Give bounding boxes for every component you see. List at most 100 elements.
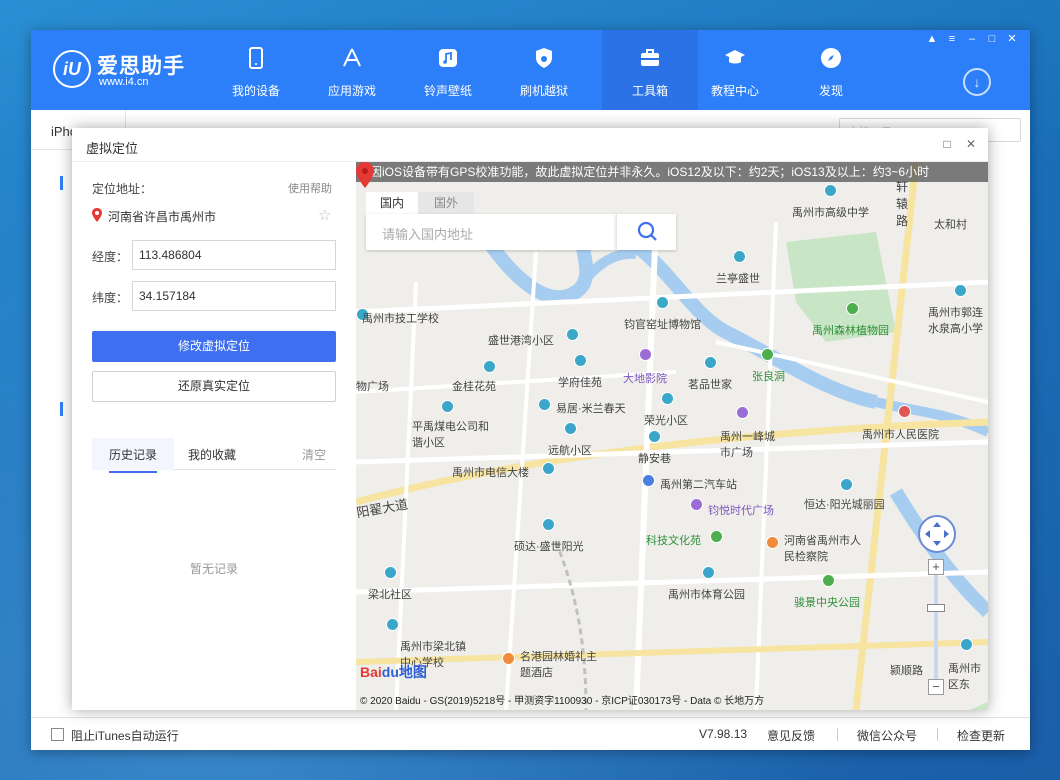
map-label: 荣光小区 [644, 415, 688, 427]
maximize-icon[interactable]: □ [940, 137, 954, 151]
tab-domestic[interactable]: 国内 [366, 192, 418, 214]
poi-icon [656, 296, 669, 309]
map-label: 远航小区 [548, 445, 592, 457]
map-label: 禹州森林植物园 [812, 325, 889, 337]
dialog-titlebar: 虚拟定位 □ ✕ [72, 128, 988, 162]
zoom-out-button[interactable]: − [928, 679, 944, 695]
latitude-input[interactable]: 34.157184 [132, 281, 336, 311]
nav-label: 工具箱 [631, 84, 668, 98]
close-icon[interactable]: ✕ [964, 137, 978, 151]
poi-icon [766, 536, 779, 549]
minimize-icon[interactable]: – [964, 32, 980, 46]
poi-icon [483, 360, 496, 373]
poi-icon [639, 348, 652, 361]
app-logo: iU 爱思助手 www.i4.cn [53, 48, 193, 92]
top-navigation-bar: iU 爱思助手 www.i4.cn 我的设备 应用游戏 铃声壁纸 刷机越狱 工具… [31, 30, 1030, 110]
search-icon [637, 221, 657, 241]
nav-label: 发现 [818, 84, 843, 98]
poi-icon [690, 498, 703, 511]
download-icon[interactable]: ↓ [963, 68, 991, 96]
phone-icon [249, 47, 263, 69]
map-label: 易居·米兰春天 [556, 403, 626, 415]
skin-icon[interactable]: ▲ [924, 32, 940, 46]
map-label: 太和村 [934, 219, 967, 231]
zoom-slider-thumb[interactable] [927, 604, 945, 612]
location-label: 定位地址： [92, 182, 153, 196]
map-search-button[interactable] [616, 214, 676, 250]
help-link[interactable]: 使用帮助 [288, 180, 332, 196]
nav-discover[interactable]: 发现 [783, 30, 879, 110]
longitude-input[interactable]: 113.486804 [132, 240, 336, 270]
zoom-track[interactable] [934, 575, 938, 679]
toolbox-icon [641, 49, 659, 66]
close-icon[interactable]: ✕ [1004, 32, 1020, 46]
divider [937, 728, 938, 741]
address-search-input[interactable]: 请输入国内地址 [366, 214, 616, 250]
poi-icon [574, 354, 587, 367]
favorite-star-icon[interactable]: ☆ [318, 206, 331, 224]
map-label: 钧官窑址博物馆 [624, 319, 701, 331]
map-label: 禹州市区东 [948, 663, 981, 691]
nav-toolbox[interactable]: 工具箱 [602, 30, 698, 110]
itunes-label: 阻止iTunes自动运行 [71, 729, 179, 743]
map-label: 科技文化苑 [646, 535, 701, 547]
poi-icon [733, 250, 746, 263]
map-view[interactable]: 因iOS设备带有GPS校准功能，故此虚拟定位并非永久。iOS12及以下：约2天；… [356, 162, 988, 710]
map-label: 钧悦时代广场 [708, 505, 774, 517]
version-text: V7.98.13 [699, 727, 748, 741]
map-label: 静安巷 [638, 453, 671, 465]
nav-label: 铃声壁纸 [423, 84, 472, 98]
feedback-link[interactable]: 意见反馈 [767, 727, 815, 744]
map-label: 恒达·阳光城丽园 [804, 499, 885, 511]
map-label: 禹州市体育公园 [668, 589, 745, 601]
location-pin-icon [92, 208, 102, 222]
graduation-cap-icon [725, 50, 745, 64]
maximize-icon[interactable]: □ [984, 32, 1000, 46]
pan-arrows-icon [925, 522, 949, 546]
map-label: 骏景中央公园 [794, 597, 860, 609]
poi-icon [824, 184, 837, 197]
logo-url: www.i4.cn [99, 76, 149, 88]
map-label: 金桂花苑 [452, 381, 496, 393]
poi-icon [502, 652, 515, 665]
map-label: 平禹煤电公司和谐小区 [412, 421, 489, 449]
virtual-location-dialog: 虚拟定位 □ ✕ 定位地址： 使用帮助 河南省许昌市禹州市 ☆ 经度： 113.… [72, 128, 988, 710]
tab-favorites[interactable]: 我的收藏 [188, 446, 236, 463]
itunes-checkbox[interactable] [51, 728, 64, 741]
empty-state-text: 暂无记录 [189, 562, 238, 576]
nav-apps-games[interactable]: 应用游戏 [304, 30, 400, 110]
menu-icon[interactable]: ≡ [944, 32, 960, 46]
map-label: 硕达·盛世阳光 [514, 541, 584, 553]
shield-icon [536, 48, 552, 68]
divider [837, 728, 838, 741]
gps-notice-banner: 因iOS设备带有GPS校准功能，故此虚拟定位并非永久。iOS12及以下：约2天；… [356, 162, 988, 182]
nav-my-device[interactable]: 我的设备 [208, 30, 304, 110]
poi-icon [761, 348, 774, 361]
tab-foreign[interactable]: 国外 [418, 192, 474, 214]
compass-icon [821, 48, 841, 68]
poi-icon [822, 574, 835, 587]
nav-ringtones[interactable]: 铃声壁纸 [400, 30, 496, 110]
zoom-in-button[interactable]: + [928, 559, 944, 575]
nav-flash-jailbreak[interactable]: 刷机越狱 [496, 30, 592, 110]
map-pan-control[interactable] [918, 515, 956, 553]
nav-label: 刷机越狱 [519, 84, 568, 98]
restore-location-button[interactable]: 还原真实定位 [92, 371, 336, 402]
appstore-icon [343, 48, 361, 67]
brand-red: Bai [360, 664, 382, 680]
modify-location-button[interactable]: 修改虚拟定位 [92, 331, 336, 362]
baidu-map-logo: Baidu地图 [360, 662, 430, 686]
map-label: 名港园林婚礼主题酒店 [520, 651, 597, 679]
map-label: 颍顺路 [890, 665, 923, 677]
nav-label: 教程中心 [710, 84, 759, 98]
poi-icon [954, 284, 967, 297]
clear-button[interactable]: 清空 [302, 446, 326, 463]
bus-station-icon [642, 474, 655, 487]
wechat-link[interactable]: 微信公众号 [857, 727, 917, 744]
nav-tutorials[interactable]: 教程中心 [687, 30, 783, 110]
map-label: 学府佳苑 [558, 377, 602, 389]
update-link[interactable]: 检查更新 [957, 727, 1005, 744]
location-panel: 定位地址： 使用帮助 河南省许昌市禹州市 ☆ 经度： 113.486804 纬度… [72, 162, 356, 710]
map-label: 兰亭盛世 [716, 273, 760, 285]
tab-history[interactable]: 历史记录 [109, 446, 158, 473]
